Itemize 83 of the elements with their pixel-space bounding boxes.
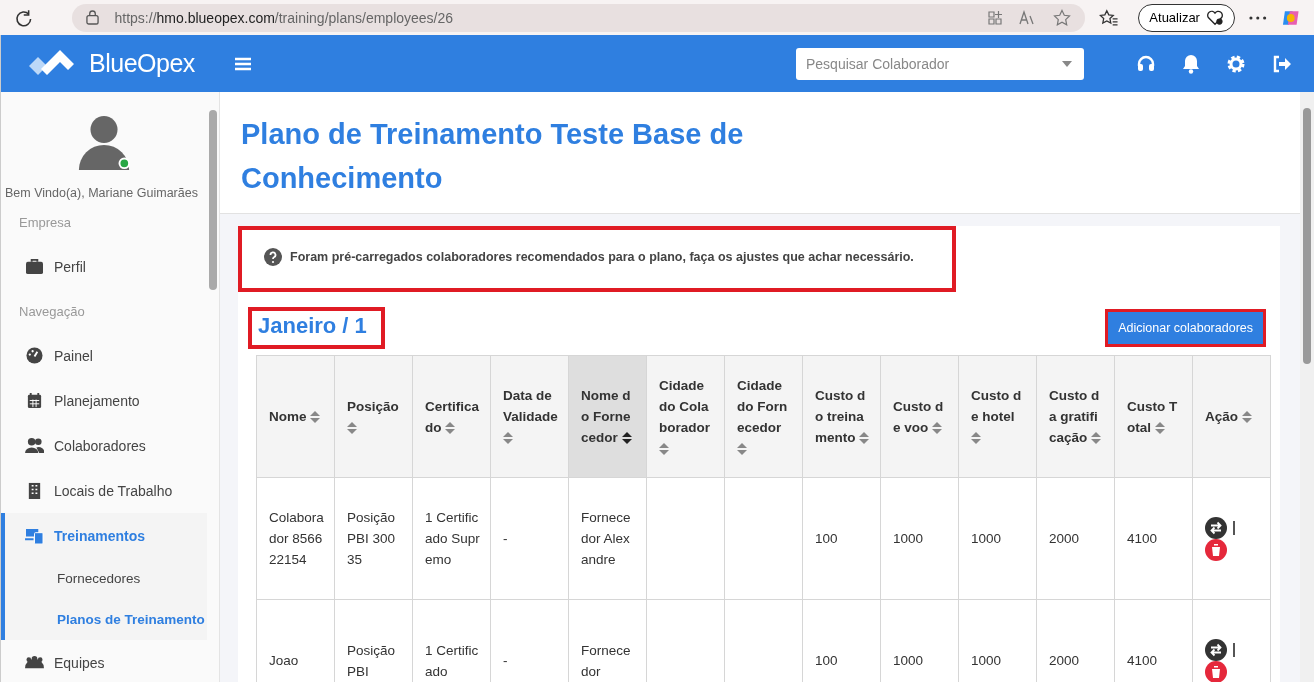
column-header[interactable]: Nome do Fornecedor: [568, 355, 647, 478]
sort-icon: [971, 431, 981, 446]
column-header[interactable]: Custo da gratificação: [1036, 355, 1115, 478]
table-cell: 4100: [1114, 477, 1193, 600]
sidebar-item[interactable]: Treinamentos: [5, 513, 207, 558]
submenu-item[interactable]: Planos de Treinamento: [5, 599, 207, 640]
delete-icon[interactable]: [1205, 538, 1227, 561]
column-header[interactable]: Custo Total: [1114, 355, 1193, 478]
sort-icon: [659, 441, 669, 456]
sidebar-item[interactable]: Perfil: [5, 244, 207, 289]
column-header[interactable]: Data de Validade: [490, 355, 569, 478]
sort-icon: [621, 431, 632, 446]
gauge-icon: [25, 347, 44, 364]
star-icon[interactable]: [1052, 8, 1071, 27]
delete-icon[interactable]: [1205, 660, 1227, 682]
sort-icon: [503, 431, 513, 446]
column-header[interactable]: Custo de hotel: [958, 355, 1037, 478]
period-heading: Janeiro / 1: [248, 307, 385, 349]
lock-icon: [85, 10, 99, 25]
add-button[interactable]: Adicionar colaboradores: [1105, 309, 1266, 347]
sort-icon: [1154, 420, 1165, 435]
column-header[interactable]: Cidade do Colaborador: [646, 355, 725, 478]
column-header[interactable]: Posição: [334, 355, 413, 478]
grid-icon[interactable]: [986, 9, 1003, 26]
sort-icon: [1091, 431, 1102, 446]
column-header[interactable]: Custo de voo: [880, 355, 959, 478]
table-cell: 1 Certificado Supremo: [412, 477, 491, 600]
search-field[interactable]: Pesquisar Colaborador: [796, 47, 1084, 80]
column-header[interactable]: Ação: [1192, 355, 1271, 478]
more-icon[interactable]: [1248, 15, 1267, 20]
url-text: https://hmo.blueopex.com/training/plans/employees/26: [114, 9, 454, 26]
bell-icon[interactable]: [1182, 53, 1200, 74]
sort-icon: [1241, 410, 1252, 425]
table-cell: Joao: [256, 599, 335, 682]
page-scrollbar[interactable]: [1300, 92, 1314, 682]
sidebar-item[interactable]: Equipes: [5, 640, 207, 682]
address-bar[interactable]: https://hmo.blueopex.com/training/plans/employees/26: [71, 3, 1085, 32]
swap-icon[interactable]: [1205, 638, 1227, 661]
update-button[interactable]: Atualizar: [1138, 3, 1235, 32]
sort-icon: [932, 420, 943, 435]
logout-icon[interactable]: [1272, 54, 1292, 73]
column-header[interactable]: Custo do treinamento: [802, 355, 881, 478]
team-icon: [25, 654, 44, 671]
section-title: Empresa: [18, 213, 73, 232]
briefcase-icon: [25, 258, 44, 275]
section-title: Navegação: [18, 302, 86, 321]
help-icon: [264, 248, 282, 266]
table-cell: 1000: [958, 477, 1037, 600]
sort-icon: [445, 420, 456, 435]
users-icon: [25, 437, 44, 454]
reload-icon[interactable]: [14, 7, 34, 28]
calendar-icon: [25, 392, 44, 409]
table-cell: Colaborador 856622154: [256, 477, 335, 600]
column-header[interactable]: Cidade do Fornecedor: [724, 355, 803, 478]
menu-icon[interactable]: [235, 56, 251, 71]
table-cell: 100: [802, 477, 881, 600]
favorites-icon[interactable]: [1098, 8, 1119, 27]
table-cell: 1000: [880, 477, 959, 600]
sort-icon: [310, 410, 321, 425]
column-header[interactable]: Certificado: [412, 355, 491, 478]
sort-icon: [347, 420, 357, 435]
sidebar-item[interactable]: Locais de Trabalho: [5, 468, 207, 513]
sidebar-item[interactable]: Planejamento: [5, 378, 207, 423]
heart-icon: [1205, 9, 1224, 26]
page-title: Plano de Treinamento Teste Base de Conhecimento: [241, 117, 745, 196]
sort-icon: [737, 441, 747, 456]
sidebar-item[interactable]: Painel: [5, 333, 207, 378]
table-cell: Fornecedor Alexandre: [568, 477, 647, 600]
sidebar-item[interactable]: Colaboradores: [5, 423, 207, 468]
table-cell: 2000: [1036, 477, 1115, 600]
devices-icon: [25, 527, 44, 544]
settings-icon[interactable]: [1226, 53, 1246, 74]
submenu-item[interactable]: Fornecedores: [5, 558, 207, 599]
swap-icon[interactable]: [1205, 516, 1227, 539]
welcome-text: Bem Vindo(a), Mariane Guimarães: [4, 185, 199, 200]
brand-name: BlueOpex: [89, 49, 195, 78]
table-cell: -: [490, 477, 569, 600]
headset-icon[interactable]: [1136, 53, 1156, 74]
table-cell: Posição PBI 30035: [334, 477, 413, 600]
dropdown-caret-icon: [1062, 60, 1072, 67]
notice-text: Foram pré-carregados colaboradores recomendados para o plano, faça os ajustes que achar necessário.: [290, 250, 914, 264]
sort-icon: [859, 431, 870, 446]
column-header[interactable]: Nome: [256, 355, 335, 478]
